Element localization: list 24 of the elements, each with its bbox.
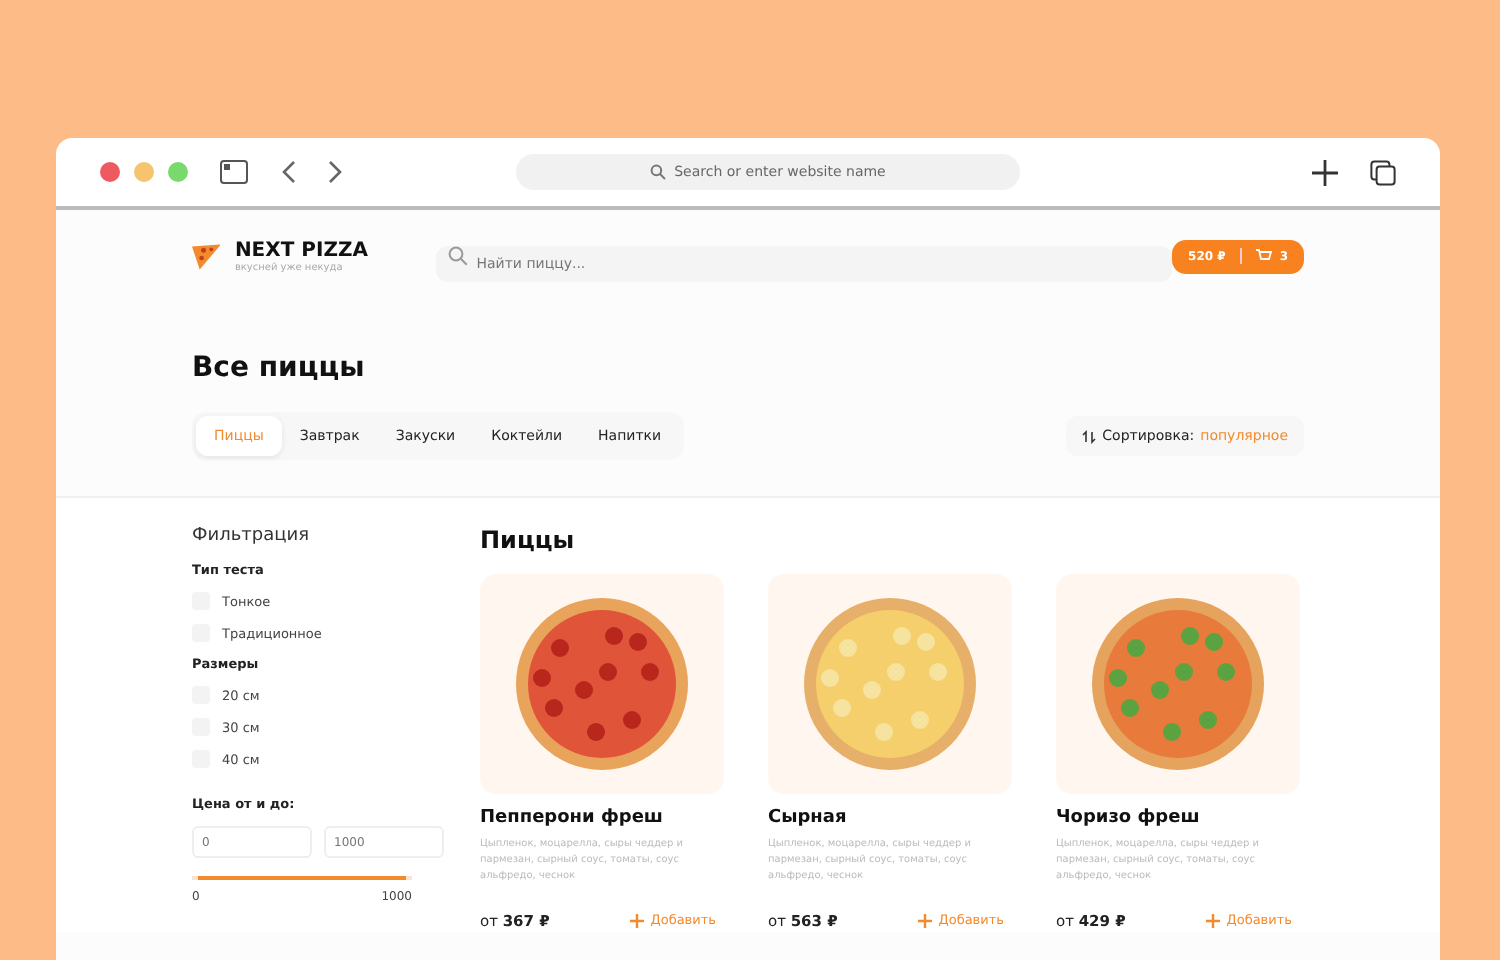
maximize-window-button[interactable] [168, 162, 188, 182]
back-icon[interactable] [280, 160, 296, 184]
forward-icon[interactable] [328, 160, 344, 184]
section-title: Пиццы [480, 526, 577, 554]
new-tab-icon[interactable] [1312, 159, 1338, 185]
tabs-overview-icon[interactable] [1370, 159, 1396, 185]
filter-title: Фильтрация [192, 526, 312, 546]
plus-icon [1206, 913, 1221, 927]
minimize-window-button[interactable] [134, 162, 154, 182]
page-title: Все пиццы [192, 352, 367, 384]
pizza-slice-icon [192, 243, 221, 269]
cart-icon [1255, 248, 1272, 264]
product-name[interactable]: Пепперони фреш [480, 808, 724, 828]
product-name[interactable]: Чоризо фреш [1056, 808, 1300, 828]
sort-icon [1082, 429, 1097, 443]
product-name[interactable]: Сырная [768, 808, 1012, 828]
logo-text[interactable]: NEXT PIZZA [234, 239, 401, 261]
search-icon [650, 164, 667, 180]
sidebar-icon[interactable] [220, 160, 248, 184]
pizza-drawing[interactable] [1090, 596, 1266, 772]
plus-icon [918, 913, 933, 927]
plus-icon [630, 913, 645, 927]
pizza-drawing[interactable] [514, 596, 690, 772]
close-window-button[interactable] [100, 162, 120, 182]
